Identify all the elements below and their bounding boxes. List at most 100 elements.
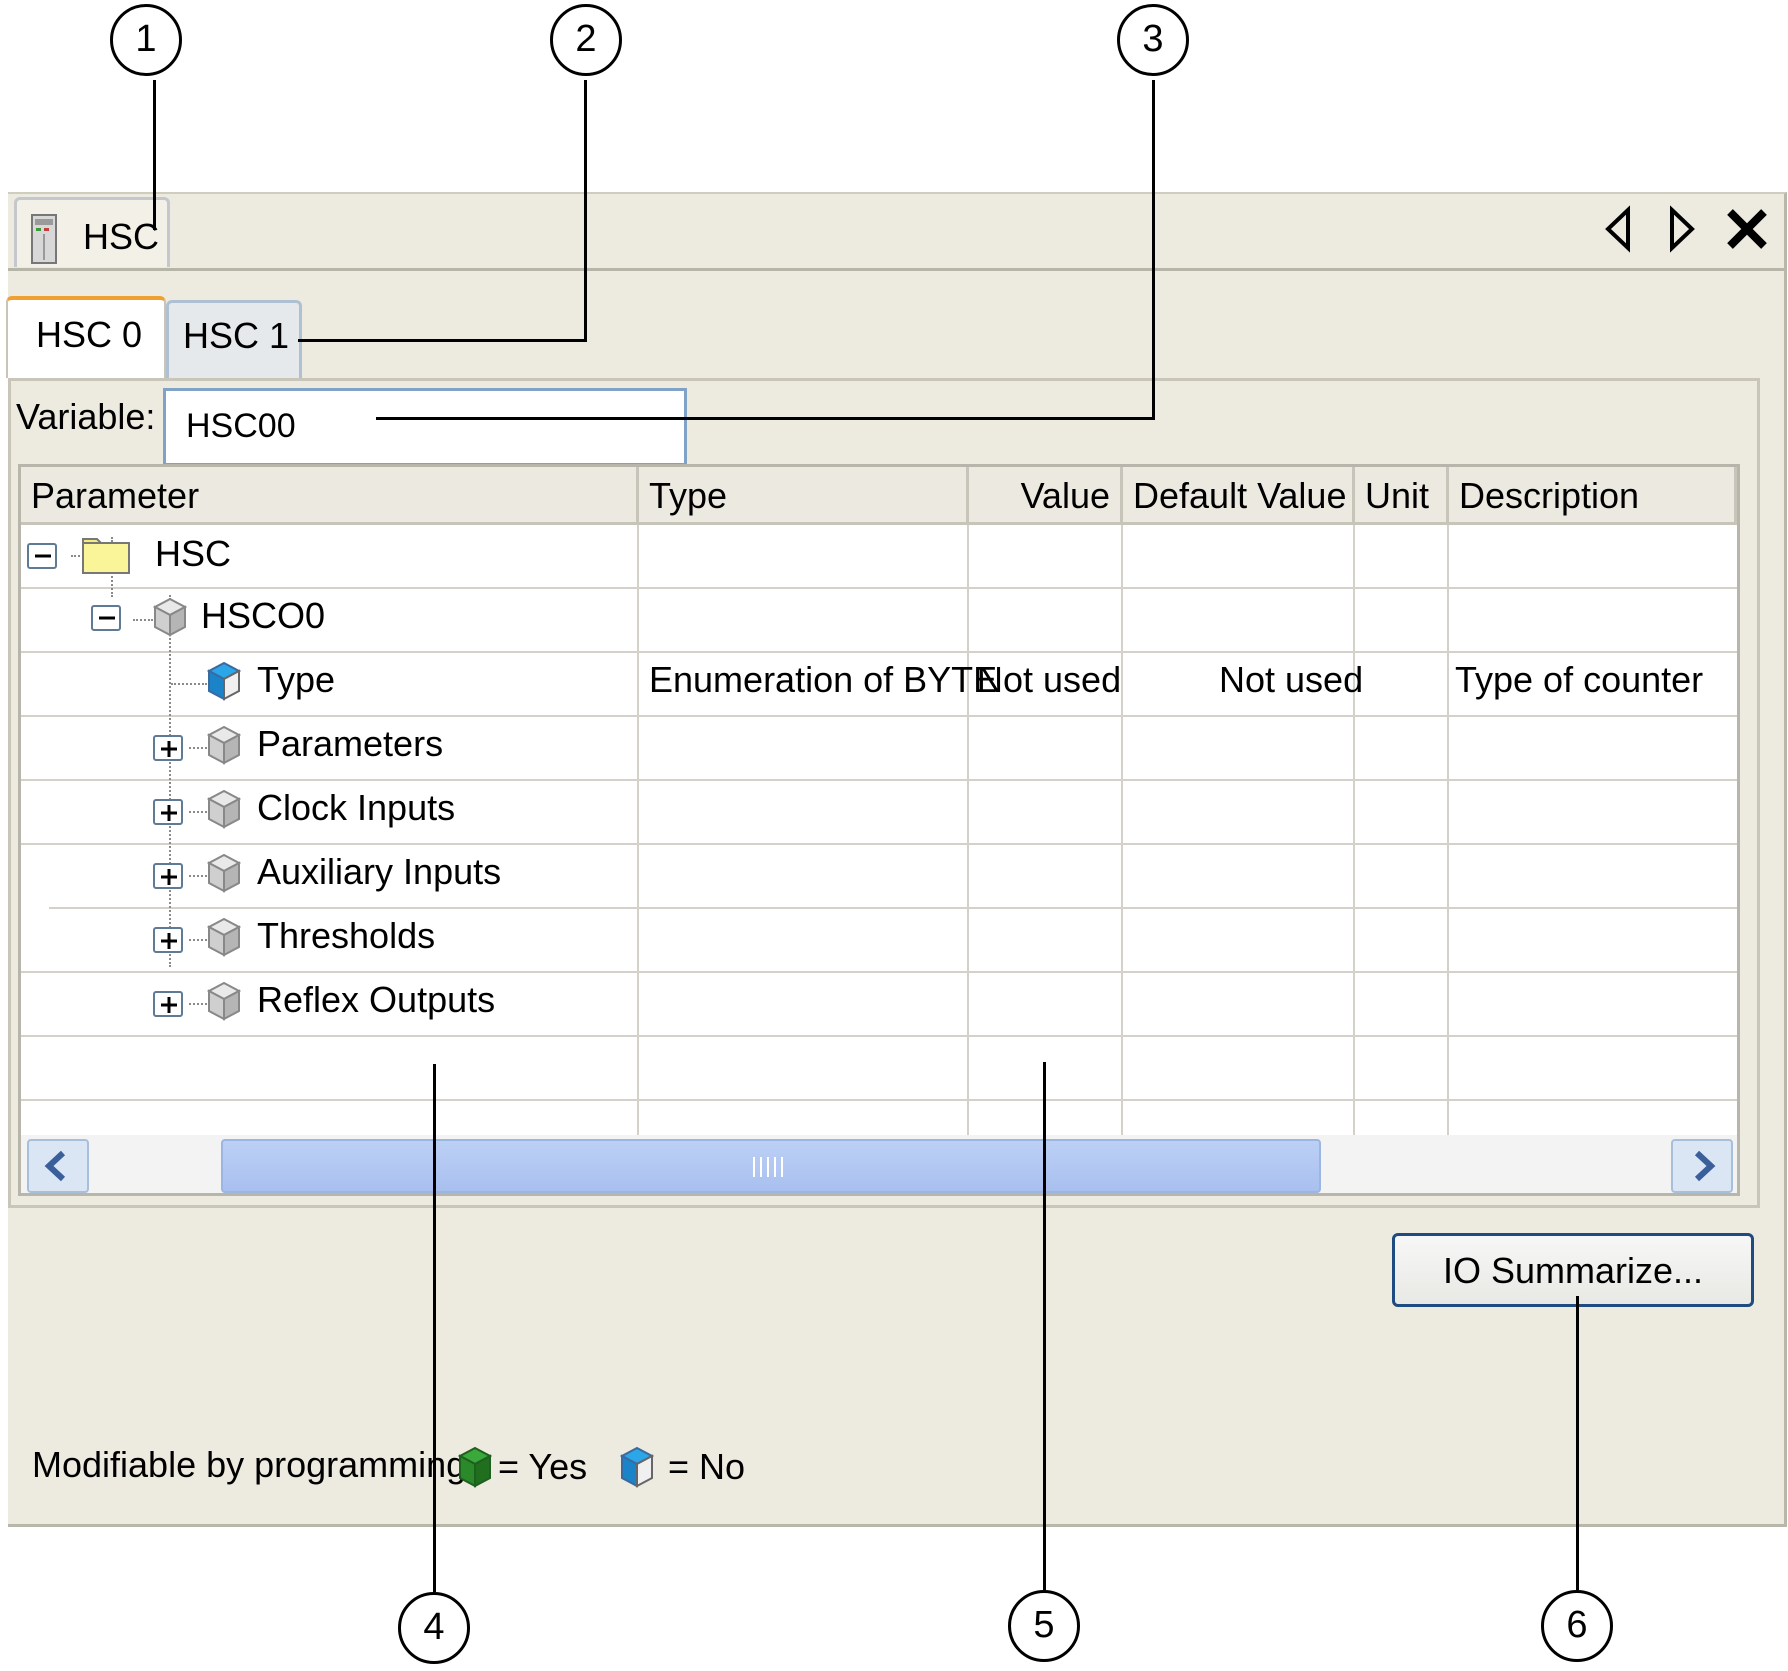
tab-label: HSC 1 (183, 315, 290, 356)
grip-icon (753, 1157, 783, 1177)
blue-cube-icon (207, 661, 241, 701)
minus-icon (35, 554, 51, 558)
plus-icon (161, 933, 177, 949)
callout-leader (298, 339, 587, 342)
row-divider (21, 971, 1737, 973)
controller-device-icon (31, 214, 57, 264)
expand-toggle[interactable] (153, 799, 183, 825)
tree-connector (189, 875, 207, 877)
legend-label: Modifiable by programming (32, 1444, 467, 1485)
callout-5: 5 (1008, 1590, 1080, 1662)
tree-item-clock-inputs[interactable]: Clock Inputs (257, 787, 455, 829)
tree-item-type[interactable]: Type (257, 659, 335, 701)
column-header-default-value[interactable]: Default Value (1123, 467, 1355, 525)
tab-label: HSC 0 (36, 314, 143, 355)
gray-cube-icon (207, 789, 241, 829)
plus-icon (161, 741, 177, 757)
column-divider (967, 525, 969, 1135)
variable-input[interactable]: HSC00 (163, 388, 687, 466)
tree-item-reflex-outputs[interactable]: Reflex Outputs (257, 979, 495, 1021)
tab-hsc-1[interactable]: HSC 1 (166, 300, 302, 378)
callout-leader (584, 80, 587, 342)
expand-toggle[interactable] (153, 735, 183, 761)
variable-label: Variable: (16, 396, 156, 437)
collapse-toggle[interactable] (91, 605, 121, 631)
callout-leader (433, 1064, 436, 1592)
callout-leader (1576, 1296, 1579, 1590)
variable-value: HSC00 (186, 407, 296, 445)
tree-connector (189, 811, 207, 813)
column-header-unit[interactable]: Unit (1355, 467, 1449, 525)
tree-item-thresholds[interactable]: Thresholds (257, 915, 435, 957)
collapse-toggle[interactable] (27, 543, 57, 569)
minus-icon (99, 616, 115, 620)
callout-leader (376, 417, 1155, 420)
legend-no-text: = No (668, 1446, 746, 1487)
document-tab-label: HSC (83, 216, 160, 257)
close-icon[interactable] (1722, 204, 1772, 254)
io-summarize-button[interactable]: IO Summarize... (1392, 1233, 1754, 1307)
callout-2: 2 (550, 4, 622, 76)
column-divider (637, 525, 639, 1135)
tree-connector (189, 1003, 207, 1005)
tree-connector (133, 619, 153, 621)
cell-type: Enumeration of BYTE (649, 659, 998, 700)
column-header-description[interactable]: Description (1449, 467, 1737, 525)
callout-leader (1152, 80, 1155, 420)
callout-4: 4 (398, 1592, 470, 1664)
tree-item-auxiliary-inputs[interactable]: Auxiliary Inputs (257, 851, 501, 893)
column-header-type[interactable]: Type (639, 467, 969, 525)
gray-cube-icon (153, 597, 187, 637)
scroll-thumb[interactable] (221, 1139, 1321, 1193)
callout-leader (1043, 1062, 1046, 1592)
row-divider (21, 779, 1737, 781)
gray-cube-icon (207, 981, 241, 1021)
callout-1: 1 (110, 4, 182, 76)
gray-cube-icon (207, 853, 241, 893)
window-divider (8, 268, 1784, 271)
folder-icon (82, 538, 130, 574)
chevron-left-icon (44, 1150, 66, 1182)
callout-3: 3 (1117, 4, 1189, 76)
column-divider (1121, 525, 1123, 1135)
expand-toggle[interactable] (153, 927, 183, 953)
triangle-left-icon[interactable] (1600, 204, 1636, 254)
gray-cube-icon (207, 725, 241, 765)
column-divider (1353, 525, 1355, 1135)
callout-6: 6 (1541, 1590, 1613, 1662)
chevron-right-icon (1694, 1150, 1716, 1182)
tree-connector (189, 747, 207, 749)
cell-default-value: Not used (1219, 659, 1364, 700)
row-divider (21, 843, 1737, 845)
column-header-parameter[interactable]: Parameter (21, 467, 639, 525)
plus-icon (161, 997, 177, 1013)
horizontal-scrollbar[interactable] (21, 1135, 1737, 1193)
triangle-right-icon[interactable] (1664, 204, 1700, 254)
row-divider (21, 1035, 1737, 1037)
parameter-grid: Parameter Type Value Default Value Unit … (18, 464, 1740, 1196)
blue-cube-icon (620, 1446, 654, 1488)
plus-icon (161, 805, 177, 821)
column-header-value[interactable]: Value (969, 467, 1123, 525)
tab-hsc-0[interactable]: HSC 0 (6, 296, 166, 378)
tree-item-parameters[interactable]: Parameters (257, 723, 443, 765)
row-divider (21, 1099, 1737, 1101)
row-divider (21, 715, 1737, 717)
cell-value[interactable]: Not used (977, 659, 1121, 701)
scroll-right-button[interactable] (1671, 1139, 1733, 1193)
document-tab-hsc[interactable]: HSC (14, 197, 170, 267)
column-divider (1447, 525, 1449, 1135)
expand-toggle[interactable] (153, 863, 183, 889)
tree-connector (189, 939, 207, 941)
tree-item-hsc00[interactable]: HSCO0 (201, 595, 325, 637)
row-divider (21, 651, 1737, 653)
tree-connector (171, 683, 207, 685)
scroll-left-button[interactable] (27, 1139, 89, 1193)
tree-connector (169, 595, 171, 967)
callout-leader (153, 80, 156, 230)
green-cube-icon (458, 1446, 492, 1488)
expand-toggle[interactable] (153, 991, 183, 1017)
gray-cube-icon (207, 917, 241, 957)
tree-item-hsc[interactable]: HSC (155, 533, 231, 575)
cell-description: Type of counter (1455, 659, 1704, 700)
